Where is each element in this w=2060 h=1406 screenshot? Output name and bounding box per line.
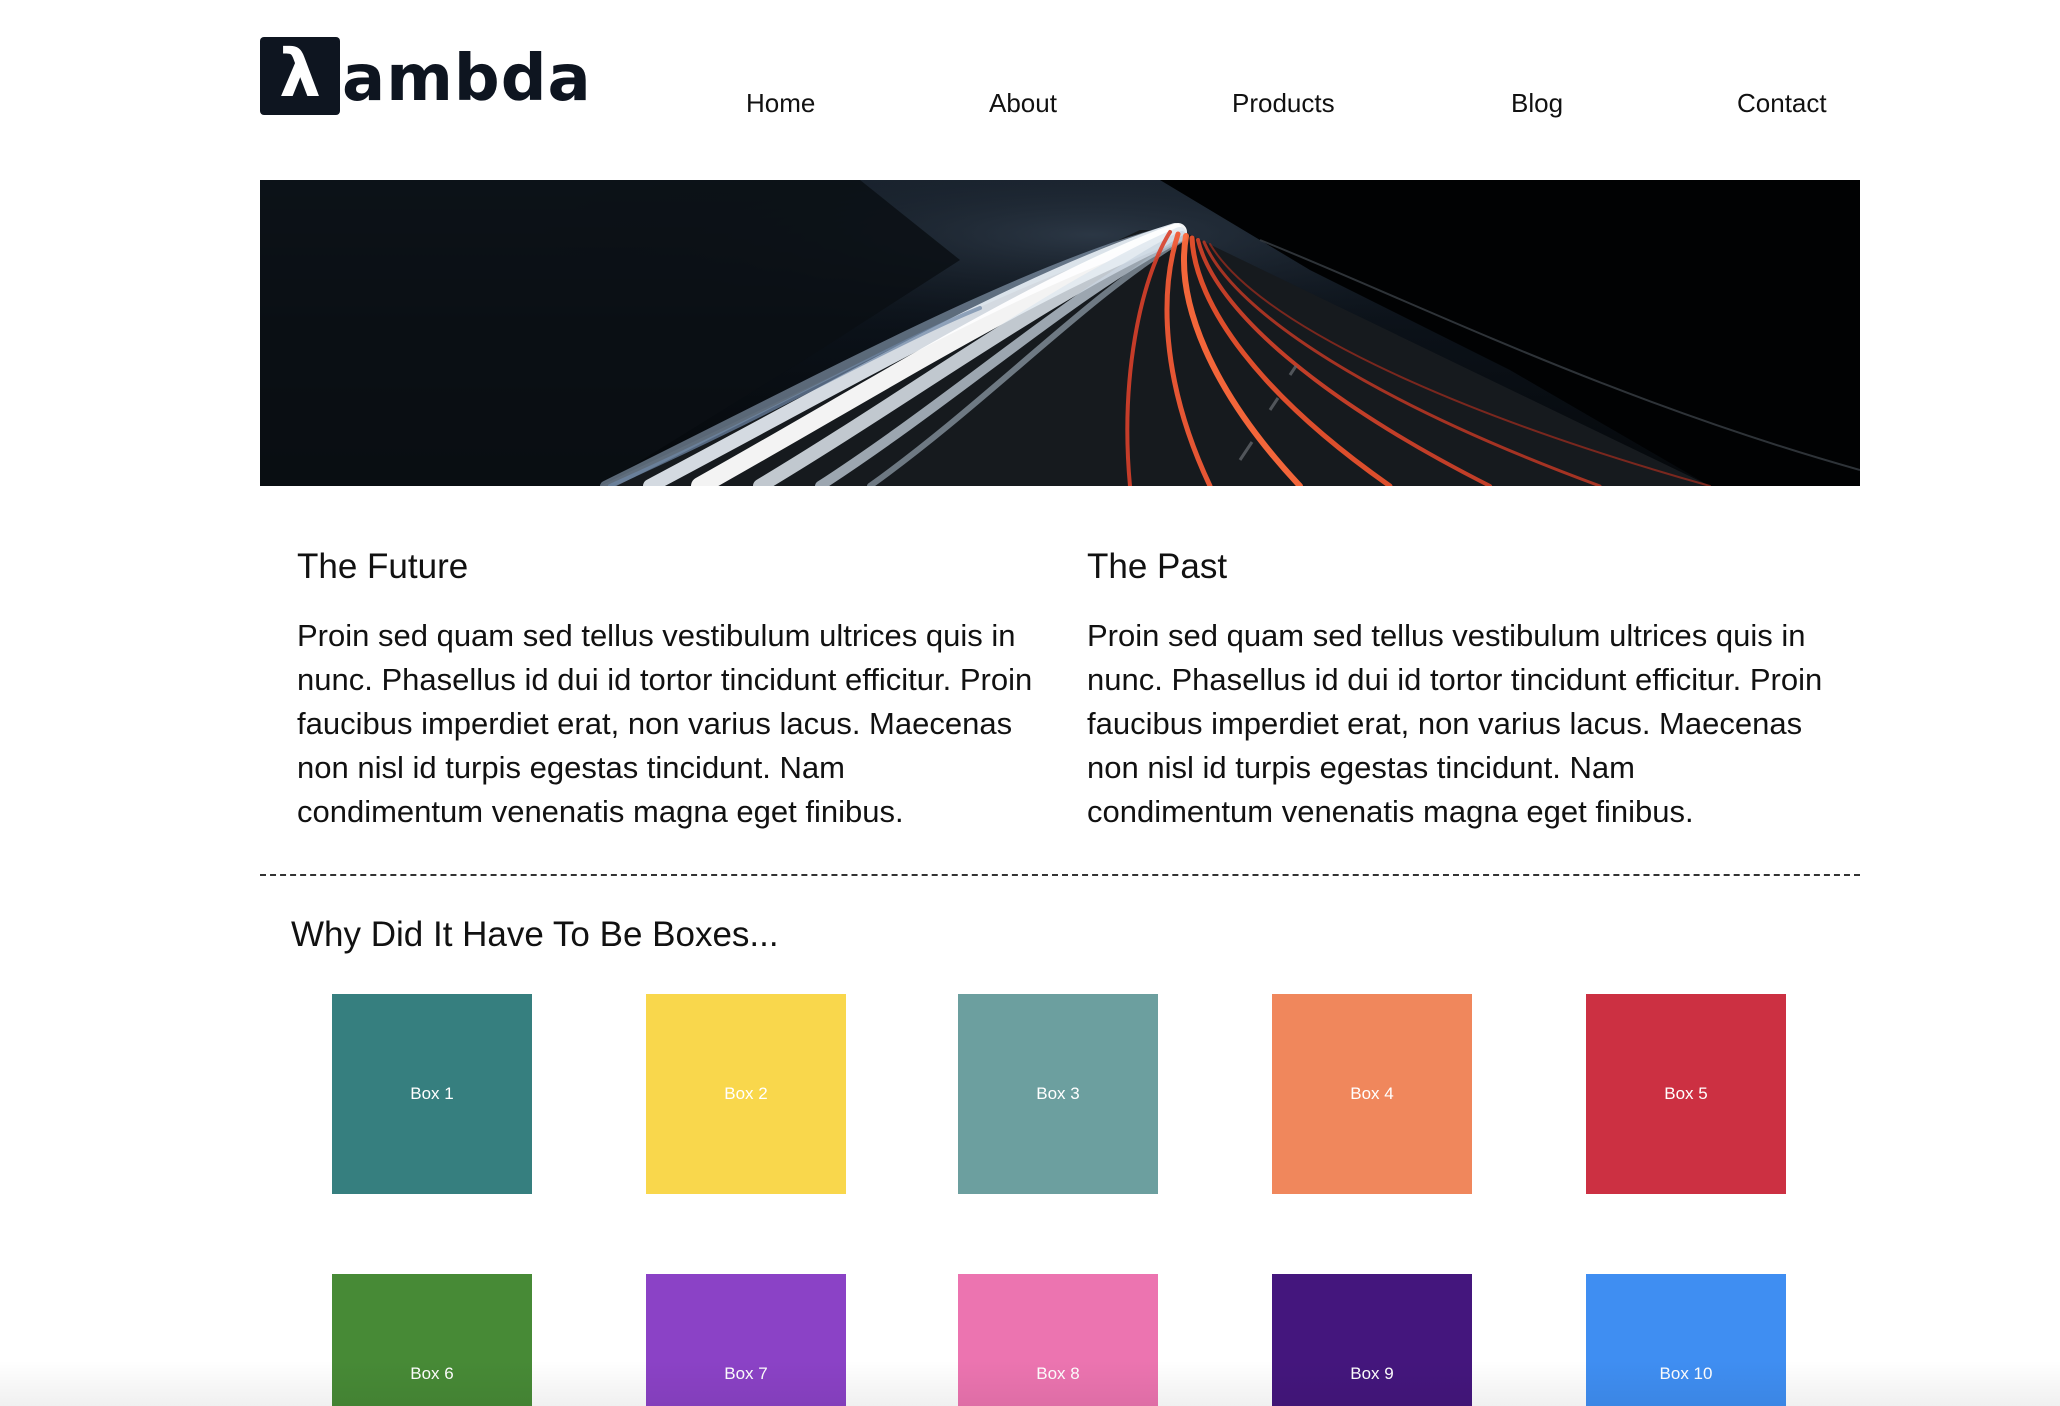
box-label: Box 1 bbox=[410, 1084, 454, 1103]
column-title: The Future bbox=[297, 547, 469, 586]
highway-light-trails-image bbox=[260, 180, 1860, 486]
page: λ ambda Home About Products Blog Contact bbox=[0, 0, 2060, 1406]
box-2[interactable]: Box 2 bbox=[646, 994, 846, 1194]
box-label: Box 4 bbox=[1350, 1084, 1394, 1103]
column-past: The Past Proin sed quam sed tellus vesti… bbox=[1087, 540, 1827, 834]
boxes-heading: Why Did It Have To Be Boxes... bbox=[291, 915, 779, 954]
box-7[interactable]: Box 7 bbox=[646, 1274, 846, 1406]
dashed-divider bbox=[260, 874, 1860, 876]
column-body: Proin sed quam sed tellus vestibulum ult… bbox=[1087, 618, 1823, 829]
nav-link-products[interactable]: Products bbox=[1232, 88, 1335, 119]
box-label: Box 6 bbox=[410, 1364, 454, 1383]
box-label: Box 5 bbox=[1664, 1084, 1708, 1103]
box-label: Box 2 bbox=[724, 1084, 768, 1103]
nav-link-home[interactable]: Home bbox=[746, 88, 815, 119]
box-label: Box 10 bbox=[1659, 1364, 1713, 1383]
box-8[interactable]: Box 8 bbox=[958, 1274, 1158, 1406]
box-4[interactable]: Box 4 bbox=[1272, 994, 1472, 1194]
box-label: Box 7 bbox=[724, 1364, 768, 1383]
box-label: Box 8 bbox=[1036, 1364, 1080, 1383]
box-9[interactable]: Box 9 bbox=[1272, 1274, 1472, 1406]
nav-link-about[interactable]: About bbox=[989, 88, 1057, 119]
box-label: Box 3 bbox=[1036, 1084, 1080, 1103]
box-6[interactable]: Box 6 bbox=[332, 1274, 532, 1406]
box-label: Box 9 bbox=[1350, 1364, 1394, 1383]
box-3[interactable]: Box 3 bbox=[958, 994, 1158, 1194]
nav-link-contact[interactable]: Contact bbox=[1737, 88, 1827, 119]
hero-image bbox=[260, 180, 1860, 486]
box-1[interactable]: Box 1 bbox=[332, 994, 532, 1194]
column-body: Proin sed quam sed tellus vestibulum ult… bbox=[297, 618, 1033, 829]
column-title: The Past bbox=[1087, 547, 1228, 586]
nav-link-blog[interactable]: Blog bbox=[1511, 88, 1563, 119]
box-10[interactable]: Box 10 bbox=[1586, 1274, 1786, 1406]
main-nav: Home About Products Blog Contact bbox=[0, 88, 2060, 128]
box-5[interactable]: Box 5 bbox=[1586, 994, 1786, 1194]
column-future: The Future Proin sed quam sed tellus ves… bbox=[297, 540, 1037, 834]
